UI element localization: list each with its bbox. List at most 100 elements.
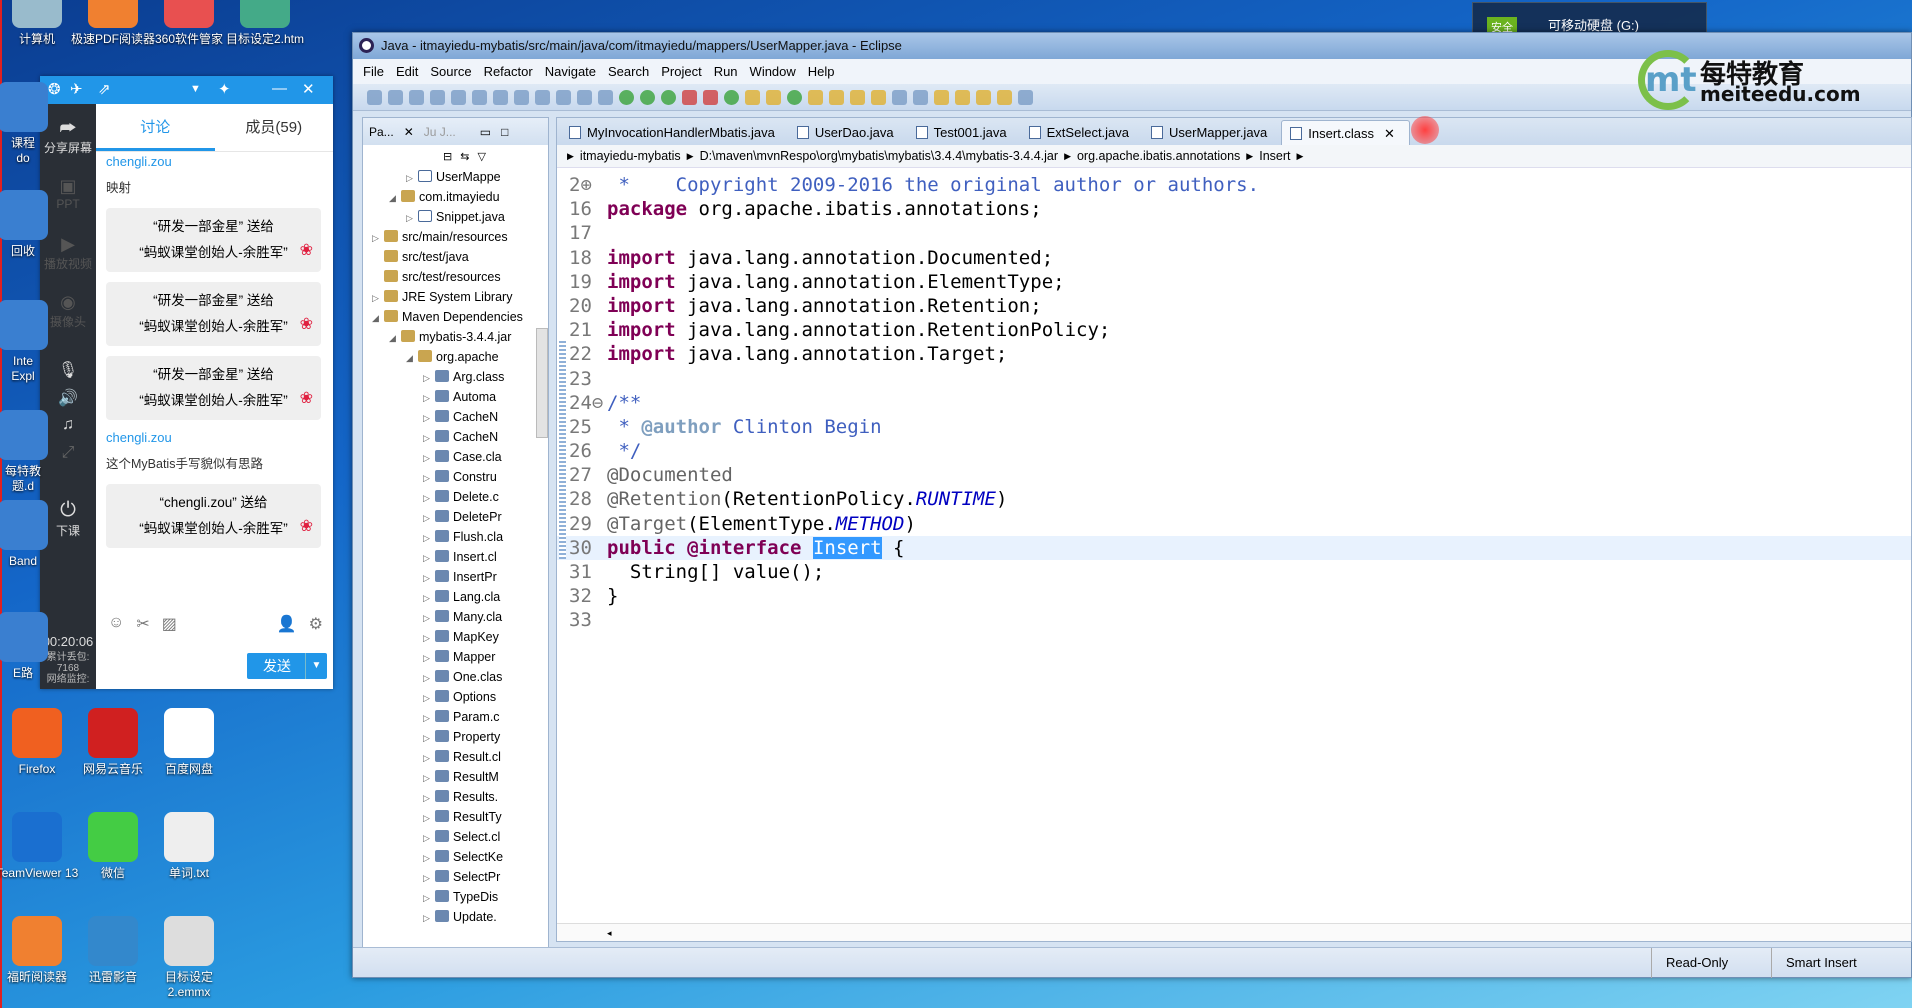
desktop-icon[interactable]: 极速PDF阅读器 — [70, 0, 156, 47]
tree-item[interactable]: ▷ Update. — [363, 907, 548, 927]
menu-search[interactable]: Search — [608, 64, 649, 79]
toolbar-button-icon[interactable] — [409, 89, 424, 105]
user-icon[interactable]: 👤 — [277, 614, 297, 642]
expand-toggle-icon[interactable]: ◢ — [389, 188, 401, 207]
toolbar-button-icon[interactable] — [1018, 89, 1033, 105]
expand-toggle-icon[interactable]: ▷ — [423, 748, 435, 767]
toolbar-button-icon[interactable] — [766, 89, 781, 105]
expand-toggle-icon[interactable]: ▷ — [423, 408, 435, 427]
desktop-icon[interactable]: 目标设定2.htm — [222, 0, 308, 47]
tree-item[interactable]: ▷ Results. — [363, 787, 548, 807]
expand-toggle-icon[interactable]: ▷ — [423, 548, 435, 567]
collapse-all-icon[interactable]: ⊟ — [443, 150, 452, 163]
menu-navigate[interactable]: Navigate — [545, 64, 596, 79]
message-username[interactable]: chengli.zou — [106, 430, 321, 445]
emoji-icon[interactable]: ☺ — [108, 614, 124, 642]
tree-item[interactable]: ▷ Constru — [363, 467, 548, 487]
settings-icon[interactable]: ⚙ — [309, 614, 323, 642]
toolbar-button-icon[interactable] — [430, 89, 445, 105]
tree-item[interactable]: ◢ Maven Dependencies — [363, 307, 548, 327]
expand-toggle-icon[interactable]: ◢ — [406, 348, 418, 367]
minimize-icon[interactable]: — — [272, 80, 287, 97]
tree-item[interactable]: ▷ CacheN — [363, 427, 548, 447]
link-editor-icon[interactable]: ⇆ — [460, 150, 469, 163]
desktop-icon[interactable]: Firefox — [0, 708, 80, 777]
expand-toggle-icon[interactable]: ▷ — [423, 468, 435, 487]
toolbar-button-icon[interactable] — [976, 89, 991, 105]
toolbar-button-icon[interactable] — [913, 89, 928, 105]
breadcrumb-item[interactable]: Insert — [1259, 149, 1290, 163]
editor-tab[interactable]: Test001.java — [908, 120, 1021, 145]
close-icon[interactable]: ✕ — [404, 125, 414, 139]
speaker-icon[interactable]: 🔊 — [40, 388, 96, 408]
tree-item[interactable]: ▷ ResultTy — [363, 807, 548, 827]
menu-source[interactable]: Source — [430, 64, 471, 79]
tree-item[interactable]: ▷ Delete.c — [363, 487, 548, 507]
dropdown-icon[interactable]: ▼ — [190, 83, 201, 95]
expand-toggle-icon[interactable]: ▷ — [423, 708, 435, 727]
editor-tab[interactable]: Insert.class ✕ — [1281, 120, 1410, 145]
expand-toggle-icon[interactable]: ▷ — [423, 648, 435, 667]
desktop-icon[interactable]: 网易云音乐 — [70, 708, 156, 777]
breadcrumb-arrow-icon[interactable]: ▶ — [567, 151, 574, 162]
tab-discussion[interactable]: 讨论 — [96, 104, 215, 151]
expand-toggle-icon[interactable]: ▷ — [423, 428, 435, 447]
tree-item[interactable]: ▷ UserMappe — [363, 167, 548, 187]
tree-item[interactable]: ▷ ResultM — [363, 767, 548, 787]
desktop-icon[interactable]: Band — [0, 500, 66, 569]
tree-item[interactable]: ▷ Property — [363, 727, 548, 747]
tree-item[interactable]: ▷ Case.cla — [363, 447, 548, 467]
tree-item[interactable]: ▷ Options — [363, 687, 548, 707]
expand-toggle-icon[interactable]: ▷ — [423, 668, 435, 687]
expand-toggle-icon[interactable]: ▷ — [372, 288, 384, 307]
breadcrumb-item[interactable]: org.apache.ibatis.annotations — [1077, 149, 1240, 163]
tree-item[interactable]: ▷ Param.c — [363, 707, 548, 727]
send-options-icon[interactable]: ▼ — [305, 653, 327, 679]
tree-item[interactable]: ▷ SelectPr — [363, 867, 548, 887]
desktop-icon[interactable]: 目标设定2.emmx — [146, 916, 232, 1000]
tab-members[interactable]: 成员(59) — [215, 104, 334, 151]
desktop-icon[interactable]: 课程 do — [0, 82, 66, 166]
expand-toggle-icon[interactable]: ▷ — [423, 908, 435, 927]
expand-toggle-icon[interactable]: ▷ — [423, 808, 435, 827]
toolbar-button-icon[interactable] — [808, 89, 823, 105]
close-tab-icon[interactable]: ✕ — [1384, 121, 1395, 146]
airplane-icon[interactable]: ✈ — [70, 80, 83, 98]
pin-icon[interactable]: ✦ — [218, 80, 231, 98]
toolbar-button-icon[interactable] — [472, 89, 487, 105]
expand-toggle-icon[interactable]: ▷ — [423, 888, 435, 907]
toolbar-button-icon[interactable] — [745, 89, 760, 105]
view-menu-icon[interactable]: ▽ — [477, 150, 485, 163]
desktop-icon[interactable]: Inte Expl — [0, 300, 66, 384]
breadcrumb-arrow-icon[interactable]: ▶ — [1064, 151, 1071, 162]
desktop-icon[interactable]: 福昕阅读器 — [0, 916, 80, 985]
message-username[interactable]: chengli.zou — [106, 154, 321, 169]
image-icon[interactable]: ▨ — [162, 614, 177, 642]
desktop-icon[interactable]: 迅雷影音 — [70, 916, 156, 985]
menu-window[interactable]: Window — [750, 64, 796, 79]
editor-tab[interactable]: ExtSelect.java — [1021, 120, 1143, 145]
toolbar-button-icon[interactable] — [535, 89, 550, 105]
tree-item[interactable]: ◢ org.apache — [363, 347, 548, 367]
maximize-icon[interactable]: □ — [501, 125, 508, 139]
editor-tab[interactable]: UserMapper.java — [1143, 120, 1281, 145]
screenshot-icon[interactable]: ✂ — [136, 614, 149, 642]
tree-item[interactable]: ▷ Snippet.java — [363, 207, 548, 227]
toolbar-button-icon[interactable] — [724, 89, 739, 105]
toolbar-button-icon[interactable] — [703, 89, 718, 105]
tree-item[interactable]: ▷ Many.cla — [363, 607, 548, 627]
toolbar-button-icon[interactable] — [997, 89, 1012, 105]
vertical-scrollbar[interactable] — [536, 328, 548, 438]
tab-junit[interactable]: Ju J... — [424, 125, 456, 139]
tree-item[interactable]: ▷ Automa — [363, 387, 548, 407]
toolbar-button-icon[interactable] — [514, 89, 529, 105]
breadcrumb-arrow-icon[interactable]: ▶ — [1296, 151, 1303, 162]
desktop-icon[interactable]: 微信 — [70, 812, 156, 881]
send-button[interactable]: 发送 ▼ — [247, 653, 327, 679]
toolbar-button-icon[interactable] — [388, 89, 403, 105]
desktop-icon[interactable]: 计算机 — [0, 0, 80, 47]
tree-item[interactable]: ▷ TypeDis — [363, 887, 548, 907]
menu-refactor[interactable]: Refactor — [484, 64, 533, 79]
toolbar-button-icon[interactable] — [955, 89, 970, 105]
tree-item[interactable]: ▷ SelectKe — [363, 847, 548, 867]
